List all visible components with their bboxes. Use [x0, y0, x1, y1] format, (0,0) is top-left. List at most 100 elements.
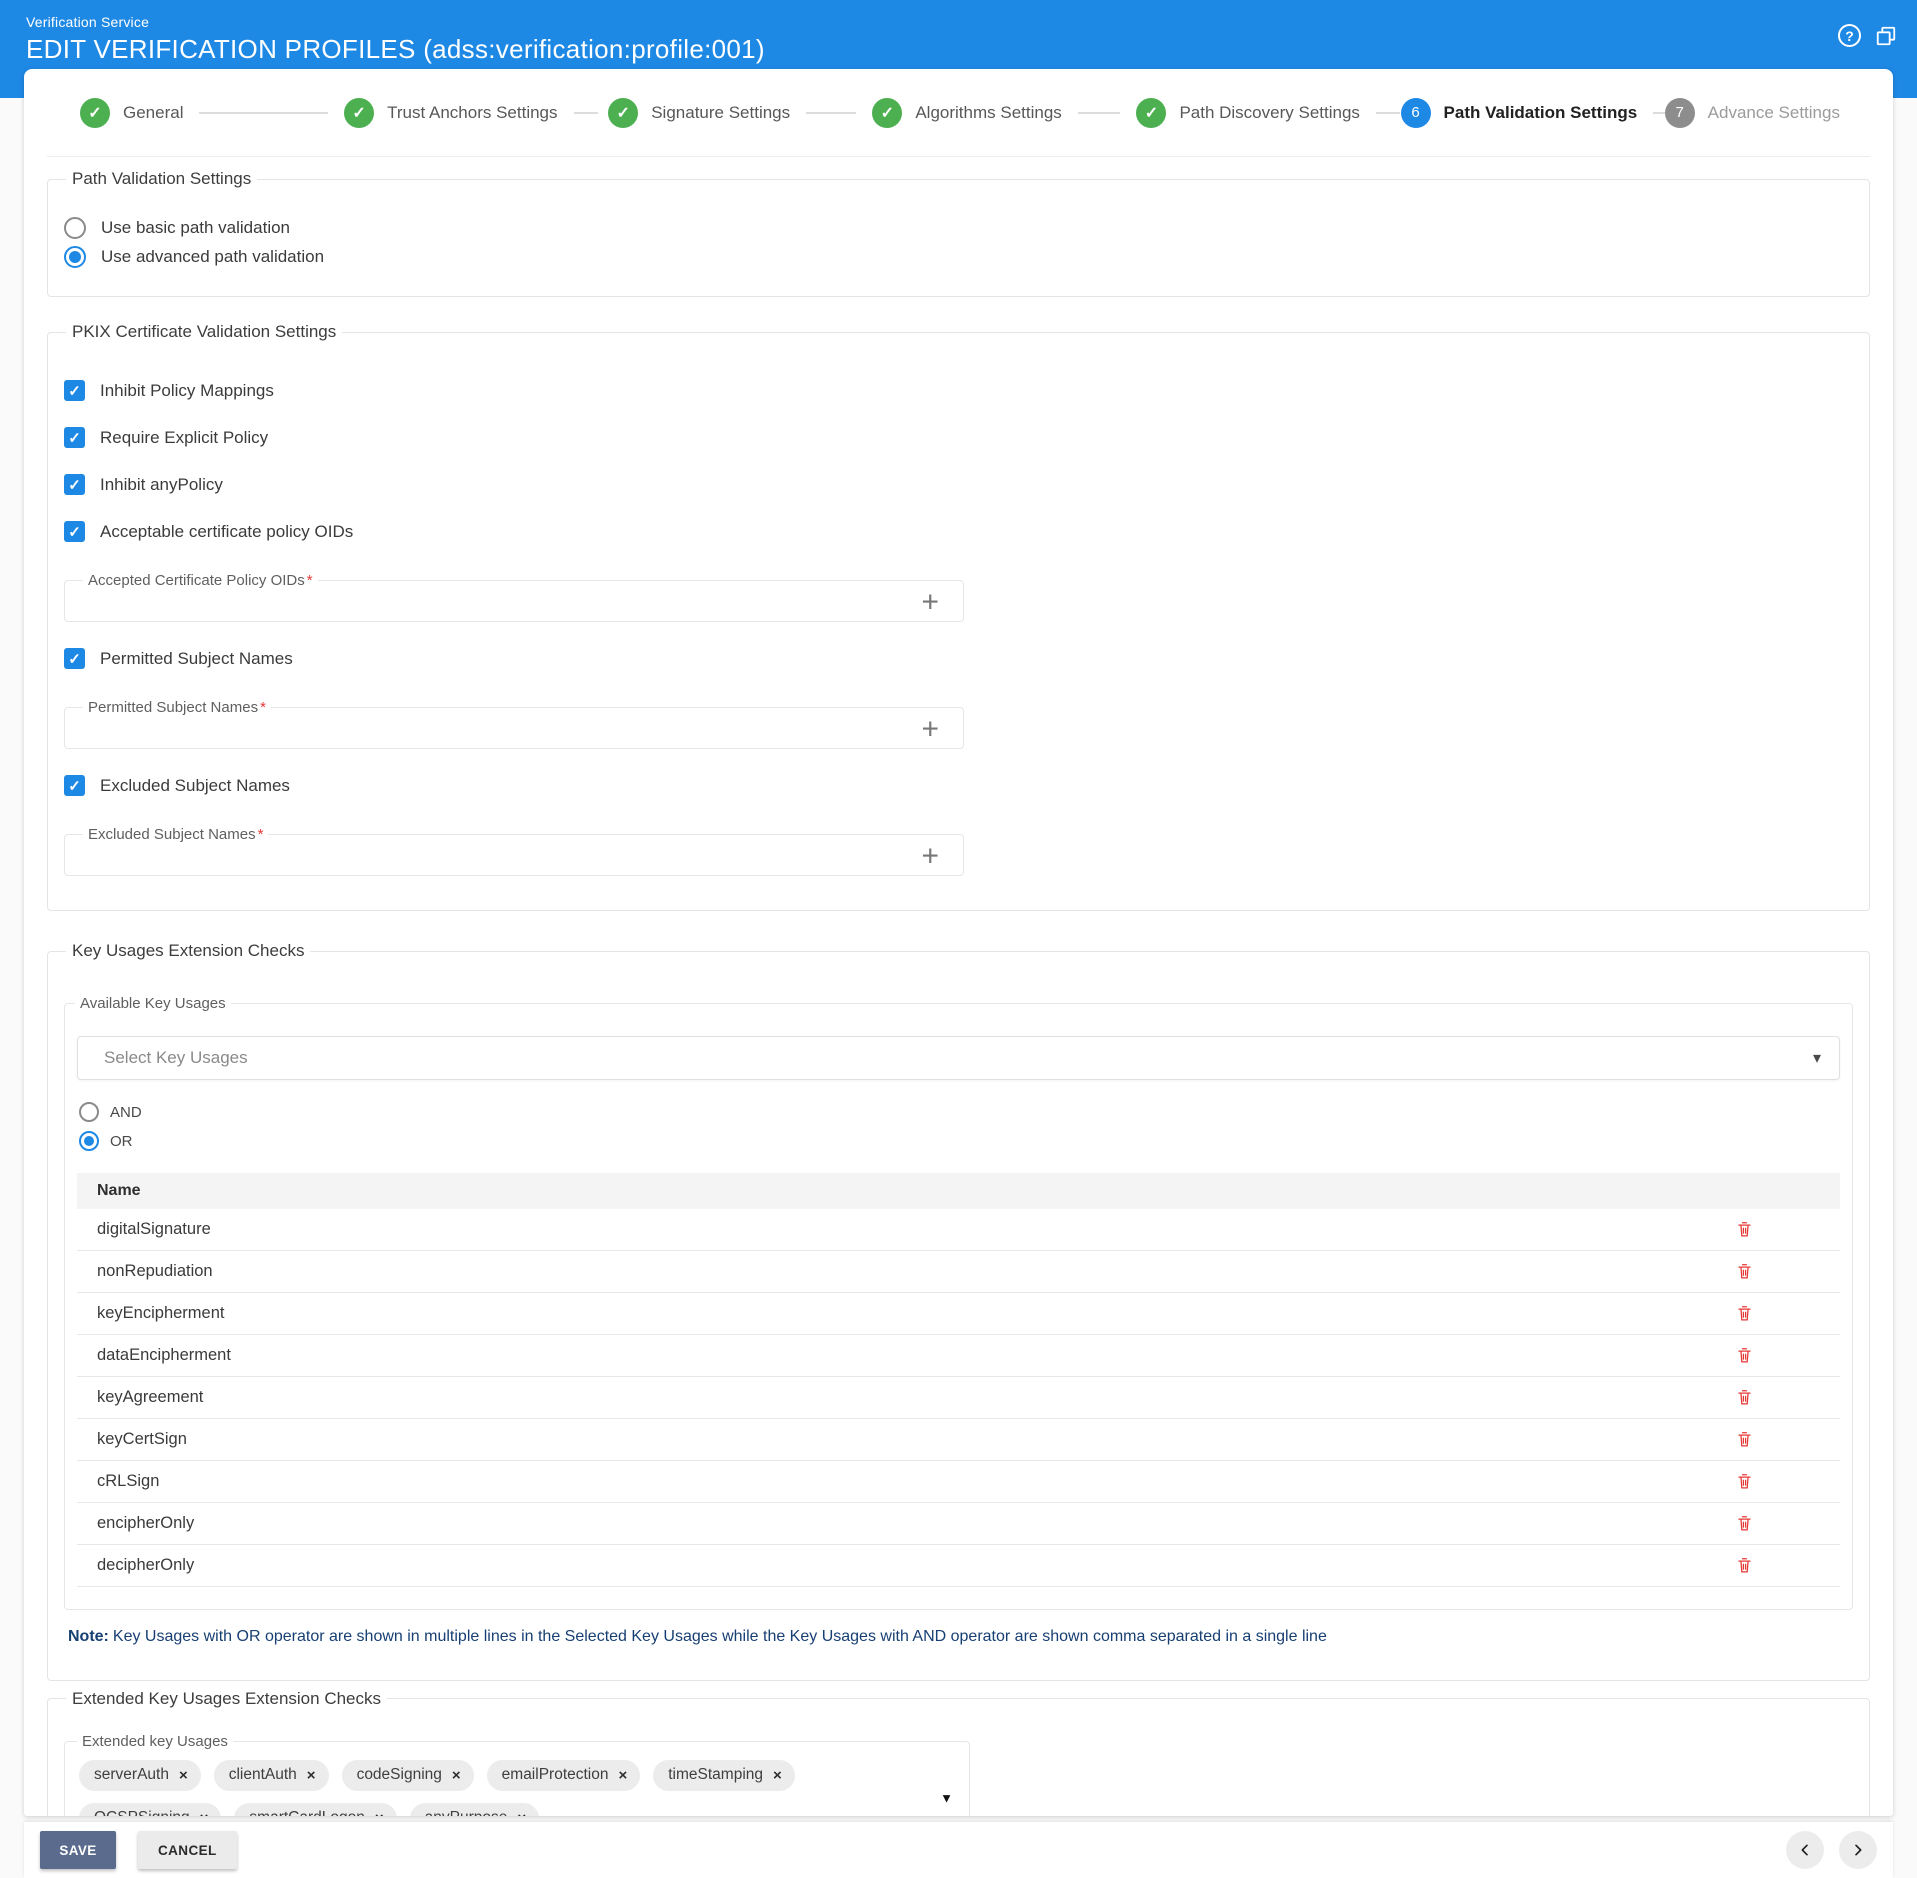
- radio-icon[interactable]: [79, 1102, 99, 1122]
- step-path-validation[interactable]: 6 Path Validation Settings: [1400, 97, 1678, 128]
- radio-icon[interactable]: [64, 217, 86, 239]
- delete-row-button[interactable]: [1735, 1556, 1840, 1575]
- add-excluded-name-button[interactable]: +: [921, 841, 939, 872]
- dropdown-arrow-icon[interactable]: ▼: [940, 1790, 953, 1805]
- step-general[interactable]: ✓ General: [80, 97, 344, 128]
- delete-row-button[interactable]: [1735, 1304, 1840, 1323]
- chevron-down-icon[interactable]: ▾: [1813, 1048, 1821, 1068]
- step-connector: [1375, 111, 1400, 114]
- checkbox-inhibit-policy-mappings[interactable]: ✓ Inhibit Policy Mappings: [64, 380, 1853, 401]
- checkbox-checked-icon[interactable]: ✓: [64, 380, 85, 401]
- step-check-icon: ✓: [80, 97, 110, 128]
- delete-row-button[interactable]: [1735, 1346, 1840, 1365]
- required-marker: *: [306, 572, 313, 589]
- chip-remove-icon[interactable]: ×: [618, 1767, 627, 1784]
- key-usages-table: Name digitalSignature nonRepudiation key…: [77, 1173, 1840, 1587]
- checkbox-require-explicit-policy[interactable]: ✓ Require Explicit Policy: [64, 427, 1853, 448]
- chip-remove-icon[interactable]: ×: [517, 1810, 526, 1816]
- chip-ocspsigning: OCSPSigning×: [79, 1802, 222, 1816]
- radio-basic-path-validation[interactable]: Use basic path validation: [64, 217, 1853, 239]
- field-label: Accepted Certificate Policy OIDs: [88, 572, 305, 589]
- field-label: Excluded Subject Names: [88, 826, 256, 843]
- chip-remove-icon[interactable]: ×: [200, 1810, 209, 1816]
- step-check-icon: ✓: [1136, 97, 1167, 128]
- table-row: nonRepudiation: [77, 1251, 1840, 1293]
- checkbox-inhibit-anypolicy[interactable]: ✓ Inhibit anyPolicy: [64, 474, 1853, 495]
- section-legend: Path Validation Settings: [72, 169, 252, 188]
- chip-remove-icon[interactable]: ×: [179, 1767, 188, 1784]
- add-permitted-name-button[interactable]: +: [921, 714, 939, 745]
- checkbox-excluded-subject-names[interactable]: ✓ Excluded Subject Names: [64, 775, 1853, 796]
- delete-row-button[interactable]: [1735, 1430, 1840, 1449]
- checkbox-checked-icon[interactable]: ✓: [64, 427, 85, 448]
- save-button[interactable]: SAVE: [40, 1831, 116, 1869]
- checkbox-checked-icon[interactable]: ✓: [64, 775, 85, 796]
- chip-remove-icon[interactable]: ×: [375, 1810, 384, 1816]
- checkbox-acceptable-policy-oids[interactable]: ✓ Acceptable certificate policy OIDs: [64, 521, 1853, 542]
- chip-remove-icon[interactable]: ×: [773, 1767, 782, 1784]
- checkbox-permitted-subject-names[interactable]: ✓ Permitted Subject Names: [64, 648, 1853, 669]
- permitted-subject-names-field[interactable]: Permitted Subject Names * +: [64, 699, 964, 749]
- chip-clientauth: clientAuth ×: [213, 1759, 329, 1791]
- next-step-button[interactable]: [1839, 1831, 1877, 1869]
- select-placeholder: Select Key Usages: [104, 1048, 248, 1067]
- cancel-button[interactable]: CANCEL: [138, 1831, 237, 1869]
- pkix-section: PKIX Certificate Validation Settings ✓ I…: [47, 322, 1870, 911]
- field-label: Permitted Subject Names: [88, 699, 259, 716]
- app-title: Verification Service: [26, 14, 150, 30]
- checkbox-checked-icon[interactable]: ✓: [64, 474, 85, 495]
- key-usages-select[interactable]: Select Key Usages ▾: [77, 1036, 1840, 1080]
- step-check-icon: ✓: [344, 97, 375, 128]
- step-path-discovery[interactable]: ✓ Path Discovery Settings: [1136, 97, 1400, 128]
- step-check-icon: ✓: [608, 97, 639, 128]
- required-marker: *: [260, 699, 266, 716]
- step-connector: [1077, 111, 1121, 114]
- checkbox-checked-icon[interactable]: ✓: [64, 521, 85, 542]
- key-usages-section: Key Usages Extension Checks Available Ke…: [47, 941, 1870, 1681]
- chip-smartcardlogon: smartCardLogon×: [234, 1802, 397, 1816]
- step-algorithms-settings[interactable]: ✓ Algorithms Settings: [872, 97, 1136, 128]
- add-oid-button[interactable]: +: [921, 587, 939, 618]
- checkbox-checked-icon[interactable]: ✓: [64, 648, 85, 669]
- step-signature-settings[interactable]: ✓ Signature Settings: [608, 97, 872, 128]
- radio-operator-and[interactable]: AND: [79, 1102, 1840, 1122]
- extended-key-usages-field[interactable]: Extended key Usages serverAuth × clientAu…: [64, 1732, 970, 1816]
- step-connector: [199, 111, 329, 114]
- chip-serverauth: serverAuth ×: [79, 1759, 201, 1791]
- delete-row-button[interactable]: [1735, 1220, 1840, 1239]
- radio-advanced-path-validation[interactable]: Use advanced path validation: [64, 246, 1853, 268]
- accepted-policy-oids-field[interactable]: Accepted Certificate Policy OIDs * +: [64, 572, 964, 622]
- chip-anypurpose: anyPurpose×: [409, 1802, 540, 1816]
- step-trust-anchors[interactable]: ✓ Trust Anchors Settings: [344, 97, 608, 128]
- table-row: encipherOnly: [77, 1503, 1840, 1545]
- previous-step-button[interactable]: [1786, 1831, 1824, 1869]
- delete-row-button[interactable]: [1735, 1262, 1840, 1281]
- help-icon[interactable]: ?: [1838, 24, 1861, 47]
- radio-selected-icon[interactable]: [64, 246, 86, 268]
- chip-remove-icon[interactable]: ×: [452, 1767, 461, 1784]
- table-row: keyEncipherment: [77, 1293, 1840, 1335]
- key-usages-note: Note: Key Usages with OR operator are sho…: [68, 1628, 1327, 1645]
- table-row: keyAgreement: [77, 1377, 1840, 1419]
- duplicate-window-icon[interactable]: [1875, 25, 1897, 47]
- chip-remove-icon[interactable]: ×: [307, 1767, 316, 1784]
- chevron-right-icon: [1855, 1844, 1862, 1856]
- field-label: Available Key Usages: [80, 995, 226, 1012]
- table-row: cRLSign: [77, 1461, 1840, 1503]
- excluded-subject-names-field[interactable]: Excluded Subject Names * +: [64, 826, 964, 876]
- chip-codesigning: codeSigning ×: [341, 1759, 474, 1791]
- required-marker: *: [257, 826, 264, 843]
- delete-row-button[interactable]: [1735, 1472, 1840, 1491]
- page-title: EDIT VERIFICATION PROFILES (adss:verific…: [26, 34, 765, 64]
- path-validation-section: Path Validation Settings Use basic path …: [47, 169, 1870, 297]
- table-row: decipherOnly: [77, 1545, 1840, 1587]
- step-advance-settings[interactable]: 7 Advance Settings: [1664, 97, 1840, 128]
- main-card: ✓ General ✓ Trust Anchors Settings ✓ Sig…: [24, 69, 1893, 1816]
- radio-operator-or[interactable]: OR: [79, 1131, 1840, 1151]
- step-connector: [573, 111, 598, 114]
- delete-row-button[interactable]: [1735, 1514, 1840, 1533]
- delete-row-button[interactable]: [1735, 1388, 1840, 1407]
- radio-selected-icon[interactable]: [79, 1131, 99, 1151]
- chevron-left-icon: [1801, 1844, 1808, 1856]
- wizard-stepper: ✓ General ✓ Trust Anchors Settings ✓ Sig…: [47, 69, 1870, 157]
